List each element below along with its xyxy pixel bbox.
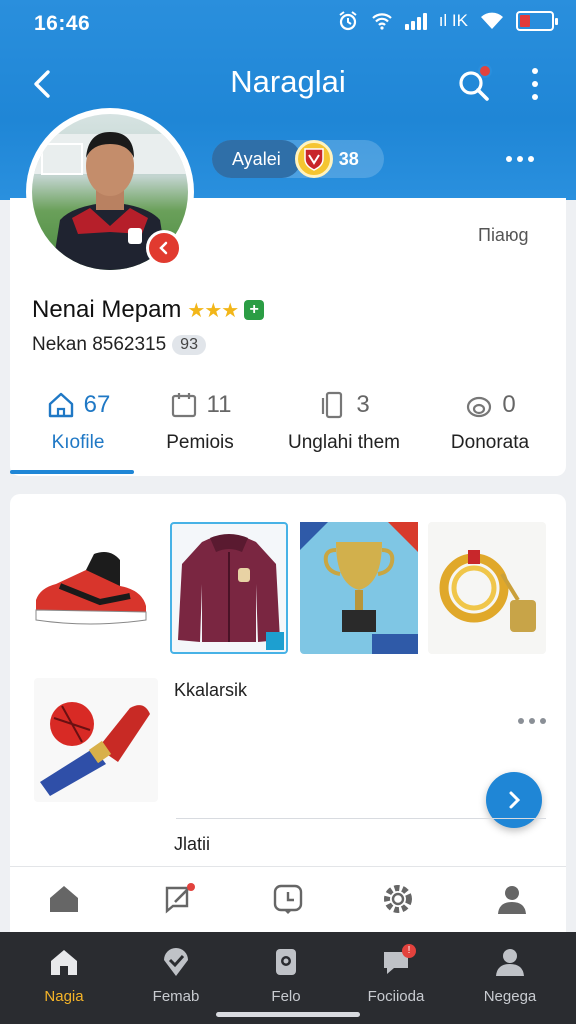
clock-icon [273, 884, 303, 914]
gear-icon [384, 885, 412, 913]
stat-tab-items[interactable]: 3 Unglahi them [276, 388, 412, 466]
battery-icon [516, 11, 558, 31]
profile-name-row: Nenai Mepam ★★★ + [32, 296, 265, 324]
divider [176, 818, 546, 819]
profile-name: Nenai Mepam [32, 296, 182, 323]
stat-label: Kıofile [51, 432, 105, 453]
nav-settings-button[interactable] [378, 879, 418, 919]
product-scarf[interactable] [34, 678, 158, 802]
user-icon [498, 886, 526, 914]
keychain-icon [439, 550, 536, 632]
next-fab-button[interactable] [486, 772, 542, 828]
stat-label: Unglahi them [288, 432, 400, 453]
section-title: Jlatii [174, 834, 211, 854]
tab-label: Felo [271, 988, 301, 1005]
add-button[interactable]: + [244, 300, 265, 320]
edit-avatar-button[interactable] [146, 230, 182, 266]
tab-label: Fociioda [367, 988, 425, 1005]
secondary-nav [10, 866, 566, 932]
status-bar: 16:46 ıl ΙΚ [0, 0, 576, 44]
stat-value: 67 [83, 391, 111, 418]
product-keychain[interactable] [428, 522, 546, 654]
edit-icon [165, 883, 195, 914]
notification-badge: ! [402, 944, 416, 958]
wifi-icon [481, 12, 503, 29]
trophy-icon [300, 522, 418, 654]
header-more-button[interactable] [506, 156, 534, 162]
tab-home[interactable]: Nagia [14, 942, 114, 1005]
tab-label: Nagia [44, 988, 84, 1005]
signal-icon [404, 12, 427, 30]
stat-tab-donations[interactable]: 0 Donorata [440, 388, 540, 466]
rank-tag: Піаюg [478, 225, 529, 245]
product-shoe[interactable] [30, 524, 148, 656]
section-title: Kkalarsik [174, 680, 248, 700]
profile-id: Nekan 8562315 [32, 334, 167, 355]
scarf-icon [40, 702, 150, 796]
tab-label: Negega [483, 988, 537, 1005]
stat-value: 11 [206, 391, 232, 418]
status-time: 16:46 [34, 12, 91, 35]
level-count: 38 [338, 148, 359, 169]
tab-phone[interactable]: Felo [236, 942, 336, 1005]
level-label: Ayalei [212, 140, 301, 178]
overflow-menu-button[interactable] [522, 64, 548, 104]
phone-icon [322, 391, 343, 419]
home-indicator [216, 1012, 360, 1017]
avatar[interactable] [26, 108, 194, 276]
wifi-calling-icon [371, 13, 392, 30]
profile-chip: 93 [172, 335, 206, 355]
nav-timer-button[interactable] [268, 879, 308, 919]
chevron-left-icon [159, 241, 168, 255]
profile-subtitle: Nekan 8562315 93 [32, 334, 206, 356]
carrier-label: ıl ΙΚ [438, 11, 468, 30]
stat-label: Pemiois [166, 432, 234, 453]
calendar-icon [171, 393, 196, 418]
product-trophy[interactable] [300, 522, 418, 654]
active-tab-indicator [10, 470, 134, 474]
nav-home-button[interactable] [44, 879, 84, 919]
jacket-icon [178, 534, 284, 650]
phone-icon [276, 949, 296, 975]
status-icons: ıl ΙΚ [337, 10, 558, 32]
search-button[interactable] [452, 62, 496, 106]
home-icon [50, 886, 78, 912]
alarm-icon [339, 11, 357, 31]
stat-label: Donorata [450, 432, 530, 453]
stat-tab-periods[interactable]: 11 Pemiois [150, 388, 250, 466]
chevron-right-icon [509, 791, 521, 809]
product-jacket[interactable] [170, 522, 288, 654]
tab-profile[interactable]: Negega [460, 942, 560, 1005]
bottom-tab-bar: Nagia Femab Felo ! Fociioda Negega [0, 932, 576, 1024]
level-pill[interactable]: Ayalei 38 [212, 140, 384, 178]
pin-icon [164, 948, 188, 976]
tab-pin[interactable]: Femab [126, 942, 226, 1005]
rating-stars: ★★★ [187, 299, 239, 322]
stat-tab-profile[interactable]: 67 Kıofile [30, 388, 126, 466]
stat-value: 0 [502, 391, 516, 418]
club-badge-icon [294, 140, 333, 178]
sneaker-icon [35, 552, 147, 625]
tab-label: Femab [152, 988, 200, 1005]
user-icon [496, 949, 524, 976]
nav-edit-button[interactable] [160, 879, 200, 919]
nav-account-button[interactable] [492, 879, 532, 919]
home-icon [51, 950, 77, 975]
ring-icon [467, 396, 492, 418]
home-icon [48, 392, 73, 418]
tab-chat[interactable]: ! Fociioda [346, 942, 446, 1005]
notification-dot [478, 64, 492, 78]
section-more-button[interactable] [518, 718, 546, 724]
stat-value: 3 [356, 391, 370, 418]
